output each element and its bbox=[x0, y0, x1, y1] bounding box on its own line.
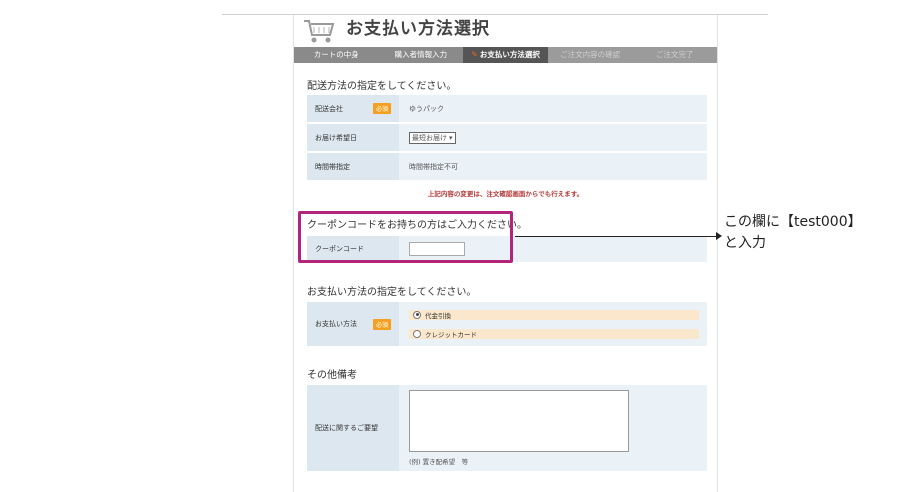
remarks-row: 配送に関するご要望 (例) 置き配希望 等 bbox=[307, 385, 707, 473]
time-slot-label: 時間帯指定 bbox=[307, 153, 399, 180]
payment-label: お支払い方法 bbox=[315, 320, 357, 328]
delivery-date-row: お届け希望日 最短お届け ▾ bbox=[307, 124, 707, 153]
step-payment-current: ✎ お支払い方法選択 bbox=[463, 47, 548, 63]
radio-unselected-icon[interactable] bbox=[413, 329, 421, 338]
payment-option-credit[interactable]: クレジットカード bbox=[409, 328, 699, 339]
time-slot-row: 時間帯指定 時間帯指定不可 bbox=[307, 153, 707, 182]
payment-table: お支払い方法 必須 代金引換 クレジットカード bbox=[307, 302, 707, 348]
shopping-cart-icon bbox=[304, 20, 335, 43]
step-confirm: ご注文内容の確認 bbox=[547, 47, 633, 63]
remarks-example: (例) 置き配希望 等 bbox=[409, 458, 469, 466]
delivery-date-label: お届け希望日 bbox=[307, 124, 399, 151]
payment-option-credit-label: クレジットカード bbox=[425, 330, 477, 339]
remarks-label: 配送に関するご要望 bbox=[307, 385, 399, 471]
radio-selected-icon[interactable] bbox=[413, 310, 421, 319]
shipping-carrier-row: 配送会社 必須 ゆうパック bbox=[307, 95, 707, 124]
payment-option-cod-label: 代金引換 bbox=[425, 311, 451, 320]
remarks-table: 配送に関するご要望 (例) 置き配希望 等 bbox=[307, 385, 707, 473]
coupon-highlight-box bbox=[298, 211, 513, 263]
page-title: お支払い方法選択 bbox=[346, 19, 490, 39]
remarks-textarea[interactable] bbox=[409, 390, 629, 452]
shipping-section-title: 配送方法の指定をしてください。 bbox=[307, 81, 457, 92]
payment-row: お支払い方法 必須 代金引換 クレジットカード bbox=[307, 302, 707, 348]
step-buyer-info: 購入者情報入力 bbox=[394, 50, 448, 59]
shipping-note: 上記内容の変更は、注文確認画面からでも行えます。 bbox=[427, 190, 584, 198]
arrow-icon bbox=[716, 232, 722, 240]
callout-line2: と入力 bbox=[724, 235, 766, 251]
payment-section-title: お支払い方法の指定をしてください。 bbox=[307, 287, 477, 298]
carrier-label: 配送会社 bbox=[315, 104, 343, 113]
delivery-date-value: 最短お届け bbox=[412, 133, 447, 142]
step-cart: カートの中身 bbox=[313, 50, 359, 59]
carrier-value: ゆうパック bbox=[399, 95, 707, 122]
remarks-section-title: その他備考 bbox=[307, 370, 357, 381]
callout-line1: この欄に【test000】 bbox=[724, 214, 862, 230]
required-badge: 必須 bbox=[373, 103, 392, 114]
page-header: お支払い方法選択 bbox=[294, 15, 717, 47]
step-payment-label: お支払い方法選択 bbox=[479, 50, 540, 59]
required-badge: 必須 bbox=[373, 318, 392, 330]
pin-icon: ✎ bbox=[471, 50, 478, 59]
delivery-date-select[interactable]: 最短お届け ▾ bbox=[409, 131, 456, 144]
shipping-table: 配送会社 必須 ゆうパック お届け希望日 最短お届け ▾ 時間帯指定 時間帯指定… bbox=[307, 95, 707, 182]
callout-text: この欄に【test000】 と入力 bbox=[724, 212, 862, 254]
step-complete: ご注文完了 bbox=[632, 47, 717, 63]
checkout-steps: カートの中身 購入者情報入力 ✎ お支払い方法選択 ご注文内容の確認 ご注文完了 bbox=[294, 47, 717, 63]
payment-option-cod[interactable]: 代金引換 bbox=[409, 309, 699, 320]
chevron-down-icon: ▾ bbox=[449, 133, 453, 142]
callout-line bbox=[515, 236, 716, 237]
time-slot-value: 時間帯指定不可 bbox=[399, 153, 707, 180]
